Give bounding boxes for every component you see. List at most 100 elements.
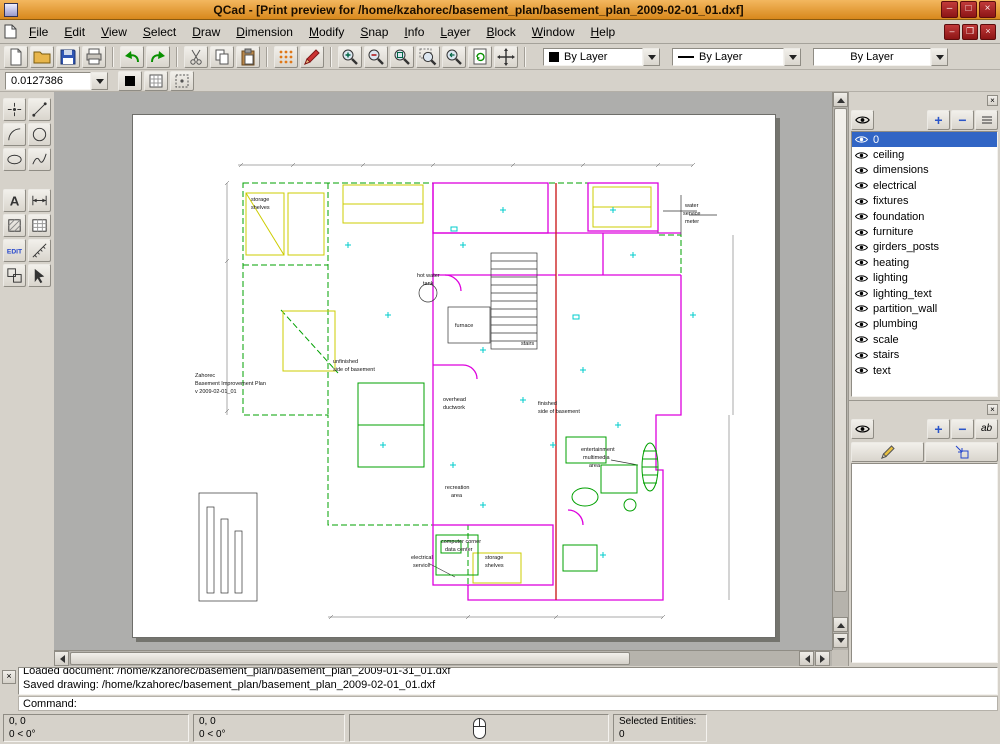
tool-circle-button[interactable] bbox=[28, 123, 51, 146]
add-layer-button[interactable]: + bbox=[927, 110, 950, 130]
zoom-previous-button[interactable] bbox=[442, 46, 466, 68]
undo-button[interactable] bbox=[120, 46, 144, 68]
tool-image-button[interactable] bbox=[28, 214, 51, 237]
tool-line-button[interactable] bbox=[28, 98, 51, 121]
layer-visibility-eye-icon[interactable] bbox=[855, 366, 868, 375]
layer-visibility-eye-icon[interactable] bbox=[855, 304, 868, 313]
layer-visibility-eye-icon[interactable] bbox=[855, 351, 868, 360]
rename-block-button[interactable]: ab bbox=[975, 419, 998, 439]
line-width-select[interactable]: By Layer bbox=[672, 48, 801, 66]
scroll-up-button-2[interactable] bbox=[833, 617, 848, 632]
horizontal-scrollbar[interactable] bbox=[54, 650, 832, 666]
vertical-scroll-thumb[interactable] bbox=[834, 108, 847, 592]
pen-edit-button[interactable] bbox=[300, 46, 324, 68]
remove-block-button[interactable]: − bbox=[951, 419, 974, 439]
scroll-right-button[interactable] bbox=[815, 651, 830, 666]
block-dock-titlebar[interactable]: × bbox=[849, 401, 1000, 417]
layer-menu-icon[interactable] bbox=[975, 110, 998, 130]
drawing-canvas[interactable]: Zahorec Basement Improvement Plan v 2009… bbox=[54, 92, 848, 666]
menu-item-snap[interactable]: Snap bbox=[352, 22, 396, 42]
zoom-in-button[interactable] bbox=[338, 46, 362, 68]
menu-item-help[interactable]: Help bbox=[582, 22, 623, 42]
tool-ellipse-button[interactable] bbox=[3, 148, 26, 171]
zoom-out-button[interactable] bbox=[364, 46, 388, 68]
layer-visibility-eye-icon[interactable] bbox=[855, 212, 868, 221]
title-bar[interactable]: QCad - [Print preview for /home/kzahorec… bbox=[0, 0, 1000, 20]
close-icon[interactable]: × bbox=[2, 670, 16, 684]
layer-row-furniture[interactable]: furniture bbox=[852, 224, 997, 239]
horizontal-scroll-thumb[interactable] bbox=[70, 652, 630, 665]
insert-block-button[interactable] bbox=[925, 442, 998, 462]
layer-row-0[interactable]: 0 bbox=[852, 132, 997, 147]
grid-toggle-button[interactable] bbox=[274, 46, 298, 68]
close-icon[interactable]: × bbox=[987, 404, 998, 415]
menu-item-modify[interactable]: Modify bbox=[301, 22, 352, 42]
menu-item-edit[interactable]: Edit bbox=[56, 22, 93, 42]
scroll-down-button[interactable] bbox=[833, 633, 848, 648]
layer-row-plumbing[interactable]: plumbing bbox=[852, 317, 997, 332]
menu-item-view[interactable]: View bbox=[93, 22, 135, 42]
line-style-select[interactable]: By Layer bbox=[813, 48, 948, 66]
layer-visibility-eye-icon[interactable] bbox=[855, 243, 868, 252]
edit-block-button[interactable] bbox=[851, 442, 924, 462]
tool-point-button[interactable] bbox=[3, 98, 26, 121]
mdi-close-button[interactable]: × bbox=[980, 24, 996, 40]
layer-row-scale[interactable]: scale bbox=[852, 332, 997, 347]
cut-button[interactable] bbox=[184, 46, 208, 68]
close-icon[interactable]: × bbox=[987, 95, 998, 106]
tool-arc-button[interactable] bbox=[3, 123, 26, 146]
toggle-all-layers-button[interactable] bbox=[851, 110, 874, 130]
layer-visibility-eye-icon[interactable] bbox=[855, 181, 868, 190]
layer-visibility-eye-icon[interactable] bbox=[855, 166, 868, 175]
layer-row-heating[interactable]: heating bbox=[852, 255, 997, 270]
tool-block-button[interactable] bbox=[3, 264, 26, 287]
menu-item-draw[interactable]: Draw bbox=[184, 22, 228, 42]
layer-row-fixtures[interactable]: fixtures bbox=[852, 194, 997, 209]
center-page-button[interactable] bbox=[170, 71, 194, 91]
redo-button[interactable] bbox=[146, 46, 170, 68]
tool-hatch-button[interactable] bbox=[3, 214, 26, 237]
menu-item-window[interactable]: Window bbox=[524, 22, 583, 42]
fit-to-page-button[interactable] bbox=[144, 71, 168, 91]
layer-visibility-eye-icon[interactable] bbox=[855, 320, 868, 329]
print-button[interactable] bbox=[82, 46, 106, 68]
zoom-window-button[interactable] bbox=[416, 46, 440, 68]
layer-row-girders_posts[interactable]: girders_posts bbox=[852, 240, 997, 255]
toggle-all-blocks-button[interactable] bbox=[851, 419, 874, 439]
layer-row-foundation[interactable]: foundation bbox=[852, 209, 997, 224]
menu-item-select[interactable]: Select bbox=[135, 22, 184, 42]
layer-row-text[interactable]: text bbox=[852, 363, 997, 378]
new-file-button[interactable] bbox=[4, 46, 28, 68]
tool-text-button[interactable]: A bbox=[3, 189, 26, 212]
black-white-toggle-button[interactable] bbox=[118, 71, 142, 91]
window-close-button[interactable]: × bbox=[979, 1, 996, 18]
layer-visibility-eye-icon[interactable] bbox=[855, 289, 868, 298]
layer-visibility-eye-icon[interactable] bbox=[855, 258, 868, 267]
color-select[interactable]: By Layer bbox=[543, 48, 660, 66]
scroll-left-button[interactable] bbox=[54, 651, 69, 666]
save-button[interactable] bbox=[56, 46, 80, 68]
zoom-auto-button[interactable] bbox=[390, 46, 414, 68]
layer-row-lighting_text[interactable]: lighting_text bbox=[852, 286, 997, 301]
layer-row-dimensions[interactable]: dimensions bbox=[852, 163, 997, 178]
copy-button[interactable] bbox=[210, 46, 234, 68]
paste-button[interactable] bbox=[236, 46, 260, 68]
scroll-left-button-2[interactable] bbox=[799, 651, 814, 666]
menu-item-block[interactable]: Block bbox=[478, 22, 523, 42]
scale-combo[interactable]: 0.0127386 bbox=[5, 72, 108, 90]
command-input[interactable]: Command: bbox=[18, 696, 998, 711]
redraw-button[interactable] bbox=[468, 46, 492, 68]
open-file-button[interactable] bbox=[30, 46, 54, 68]
layer-visibility-eye-icon[interactable] bbox=[855, 274, 868, 283]
menu-item-dimension[interactable]: Dimension bbox=[228, 22, 301, 42]
menu-item-file[interactable]: File bbox=[21, 22, 56, 42]
layer-visibility-eye-icon[interactable] bbox=[855, 151, 868, 160]
layer-visibility-eye-icon[interactable] bbox=[855, 228, 868, 237]
window-minimize-button[interactable]: – bbox=[941, 1, 958, 18]
layer-visibility-eye-icon[interactable] bbox=[855, 135, 868, 144]
tool-select-button[interactable] bbox=[28, 264, 51, 287]
pan-button[interactable] bbox=[494, 46, 518, 68]
layer-dock-titlebar[interactable]: × bbox=[849, 92, 1000, 108]
layer-row-partition_wall[interactable]: partition_wall bbox=[852, 301, 997, 316]
menu-item-info[interactable]: Info bbox=[396, 22, 432, 42]
